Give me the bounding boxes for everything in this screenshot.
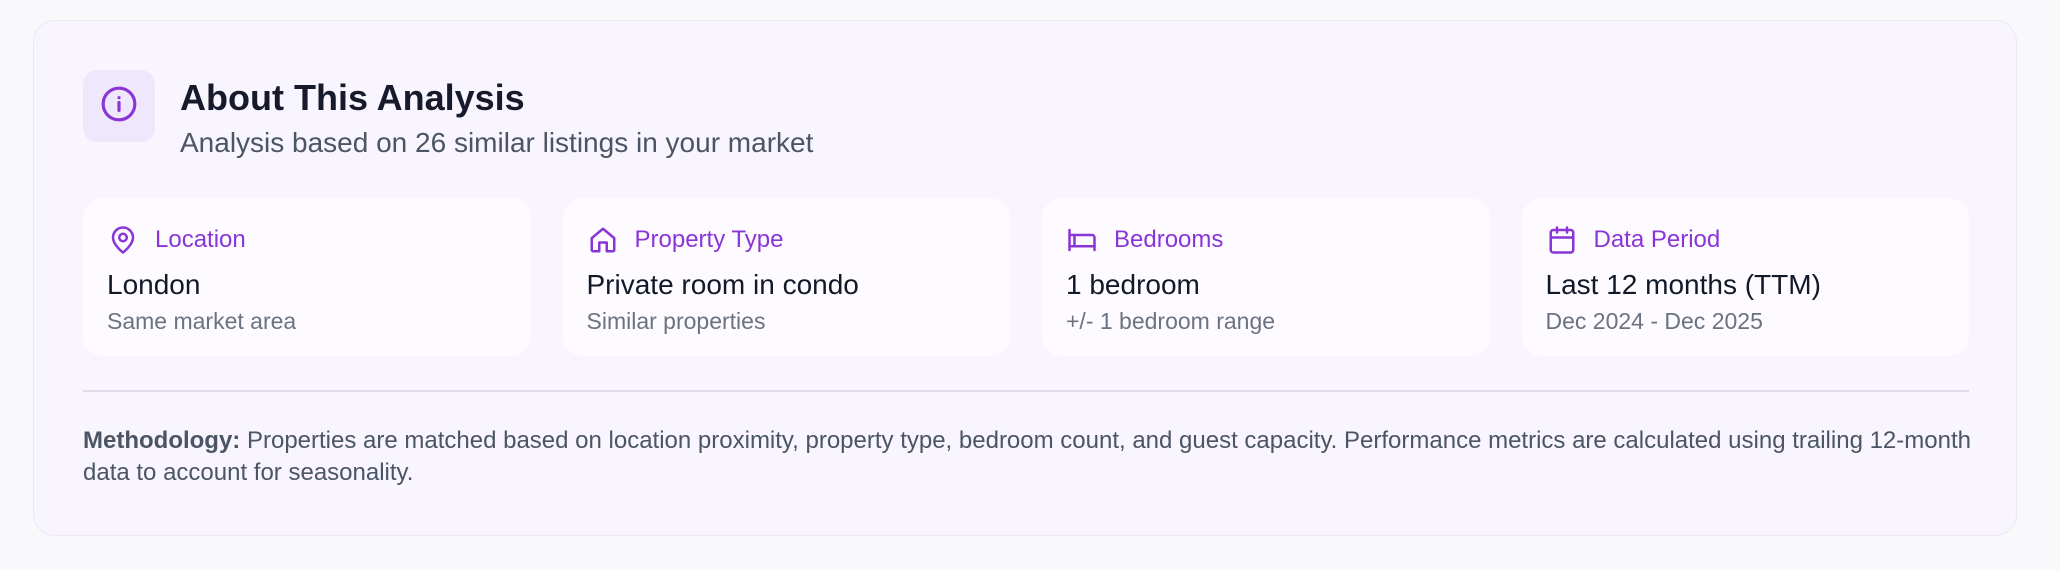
methodology-text: Properties are matched based on location… xyxy=(83,427,1971,486)
card-subtext: +/- 1 bedroom range xyxy=(1066,308,1276,334)
page-subtitle: Analysis based on 26 similar listings in… xyxy=(180,127,814,158)
card-subtext: Same market area xyxy=(107,308,297,334)
divider xyxy=(83,390,1969,392)
card-value: London xyxy=(107,269,201,300)
data-period-card: Data Period Last 12 months (TTM) Dec 202… xyxy=(1521,198,1969,356)
methodology-note: Methodology: Properties are matched base… xyxy=(83,425,1973,489)
calendar-icon xyxy=(1546,224,1578,256)
card-subtext: Similar properties xyxy=(586,308,766,334)
bed-icon xyxy=(1066,224,1098,256)
analysis-header: About This Analysis Analysis based on 26… xyxy=(83,70,813,161)
card-label: Location xyxy=(155,226,246,253)
card-label: Bedrooms xyxy=(1114,226,1224,253)
card-value: Last 12 months (TTM) xyxy=(1545,269,1821,300)
info-badge xyxy=(83,70,155,142)
property-type-card: Property Type Private room in condo Simi… xyxy=(562,198,1010,356)
info-icon xyxy=(100,85,138,128)
methodology-label: Methodology: xyxy=(83,427,241,454)
map-pin-icon xyxy=(107,224,139,256)
card-value: Private room in condo xyxy=(586,269,859,300)
about-analysis-panel: About This Analysis Analysis based on 26… xyxy=(33,20,2017,536)
card-label: Property Type xyxy=(634,226,784,253)
criteria-cards: Location London Same market area Propert… xyxy=(83,198,1969,356)
location-card: Location London Same market area xyxy=(83,198,531,356)
card-value: 1 bedroom xyxy=(1066,269,1200,300)
card-label: Data Period xyxy=(1593,226,1721,253)
home-icon xyxy=(587,224,619,256)
card-subtext: Dec 2024 - Dec 2025 xyxy=(1545,308,1763,334)
bedrooms-card: Bedrooms 1 bedroom +/- 1 bedroom range xyxy=(1042,198,1490,356)
page-title: About This Analysis xyxy=(180,77,525,118)
